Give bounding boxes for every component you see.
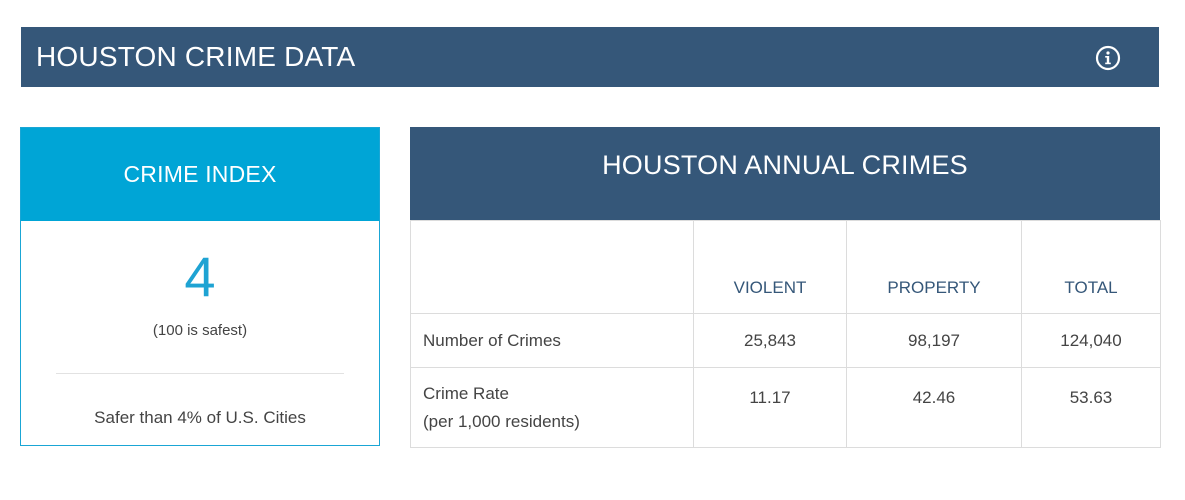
crime-index-card: CRIME INDEX 4 (100 is safest) Safer than…: [20, 127, 380, 446]
page-title: HOUSTON CRIME DATA: [36, 41, 356, 72]
divider: [56, 373, 344, 374]
page-header: HOUSTON CRIME DATA: [21, 27, 1159, 87]
crime-index-value: 4: [184, 245, 216, 308]
violent-value: 25,843: [693, 313, 847, 368]
row-label: Number of Crimes: [410, 313, 694, 368]
info-icon[interactable]: [1095, 45, 1121, 71]
table-row: Crime Rate (per 1,000 residents) 11.17 4…: [410, 367, 1161, 448]
crime-index-note: (100 is safest): [152, 322, 248, 339]
crime-index-heading: CRIME INDEX: [21, 128, 379, 221]
table-header-row: VIOLENT PROPERTY TOTAL: [410, 220, 1161, 314]
table-row: Number of Crimes 25,843 98,197 124,040: [410, 313, 1161, 368]
column-header-total: TOTAL: [1021, 220, 1161, 314]
column-header-property: PROPERTY: [846, 220, 1022, 314]
property-value: 42.46: [846, 367, 1022, 448]
row-sublabel: (per 1,000 residents): [423, 412, 580, 431]
row-label-cell: Crime Rate (per 1,000 residents): [410, 367, 694, 448]
annual-crimes-table: VIOLENT PROPERTY TOTAL Number of Crimes …: [410, 220, 1161, 448]
total-value: 53.63: [1021, 367, 1161, 448]
annual-crimes-heading: HOUSTON ANNUAL CRIMES: [410, 127, 1160, 220]
annual-crimes-card: HOUSTON ANNUAL CRIMES VIOLENT PROPERTY T…: [410, 127, 1161, 448]
row-label: Crime Rate: [423, 384, 509, 403]
column-header-violent: VIOLENT: [693, 220, 847, 314]
column-header-label: [410, 220, 694, 314]
violent-value: 11.17: [693, 367, 847, 448]
property-value: 98,197: [846, 313, 1022, 368]
crime-index-comparison: Safer than 4% of U.S. Cities: [94, 408, 306, 427]
total-value: 124,040: [1021, 313, 1161, 368]
